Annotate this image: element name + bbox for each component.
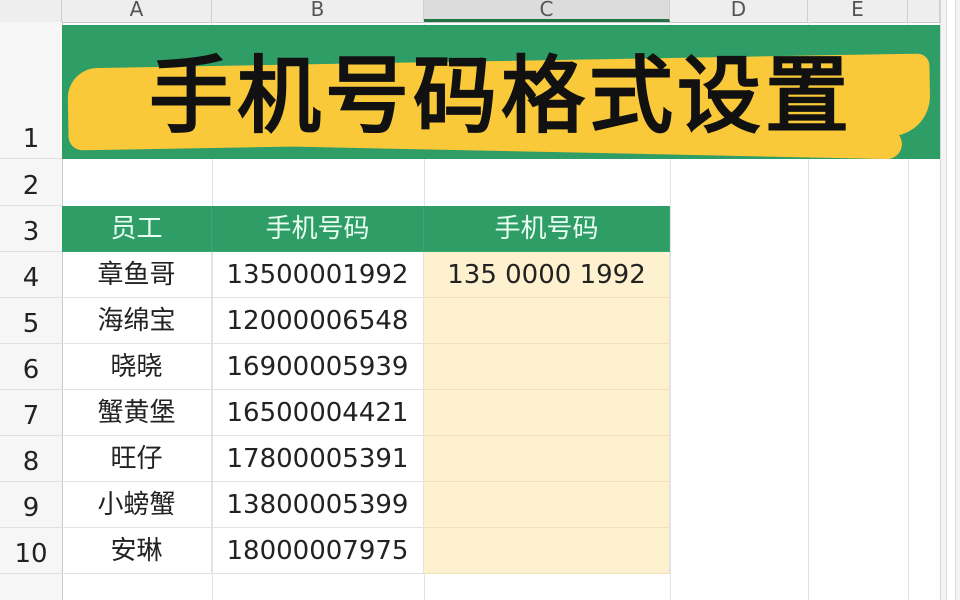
cell-phone-formatted[interactable] xyxy=(424,482,670,528)
scrollbar-thumb[interactable] xyxy=(946,0,956,600)
cell-phone[interactable]: 16500004421 xyxy=(212,390,424,436)
page-title: 手机号码格式设置 xyxy=(148,47,853,145)
row-header-5[interactable]: 5 xyxy=(0,298,62,344)
cell-phone[interactable]: 12000006548 xyxy=(212,298,424,344)
cell-phone[interactable]: 13800005399 xyxy=(212,482,424,528)
cell-phone-formatted[interactable] xyxy=(424,436,670,482)
cell-phone-formatted[interactable] xyxy=(424,390,670,436)
cell-phone-formatted[interactable] xyxy=(424,528,670,574)
row-header-1[interactable]: 1 xyxy=(0,22,62,159)
cell-phone[interactable]: 13500001992 xyxy=(212,252,424,298)
column-header-bar: A B C D E xyxy=(0,0,940,23)
cell-employee[interactable]: 海绵宝 xyxy=(62,298,212,344)
cell-employee[interactable]: 安琳 xyxy=(62,528,212,574)
column-header-b[interactable]: B xyxy=(212,0,424,22)
cell-phone-formatted[interactable] xyxy=(424,344,670,390)
cell-phone[interactable]: 17800005391 xyxy=(212,436,424,482)
select-all-corner[interactable] xyxy=(0,0,62,22)
row-header-4[interactable]: 4 xyxy=(0,252,62,298)
column-header-c[interactable]: C xyxy=(424,0,670,22)
row-header-9[interactable]: 9 xyxy=(0,482,62,528)
cell-phone-formatted[interactable] xyxy=(424,298,670,344)
row-header-7[interactable]: 7 xyxy=(0,390,62,436)
row-header-bar: 1 2 3 4 5 6 7 8 9 10 xyxy=(0,22,63,600)
header-cell-phone[interactable]: 手机号码 xyxy=(212,206,424,252)
header-cell-employee[interactable]: 员工 xyxy=(62,206,212,252)
row-header-3[interactable]: 3 xyxy=(0,206,62,252)
header-cell-phone-formatted[interactable]: 手机号码 xyxy=(424,206,670,252)
cell-phone-formatted[interactable]: 135 0000 1992 xyxy=(424,252,670,298)
column-header-d[interactable]: D xyxy=(670,0,808,22)
sheet-grid[interactable]: 手机号码格式设置 员工 手机号码 手机号码 章鱼哥 13500001992 13… xyxy=(62,22,940,600)
title-banner[interactable]: 手机号码格式设置 xyxy=(62,25,940,159)
row-header-2[interactable]: 2 xyxy=(0,159,62,206)
row-header-8[interactable]: 8 xyxy=(0,436,62,482)
column-header-f[interactable] xyxy=(908,0,940,22)
row-header-6[interactable]: 6 xyxy=(0,344,62,390)
row-header-10[interactable]: 10 xyxy=(0,528,62,574)
cell-employee[interactable]: 旺仔 xyxy=(62,436,212,482)
column-header-e[interactable]: E xyxy=(808,0,908,22)
cell-phone[interactable]: 16900005939 xyxy=(212,344,424,390)
column-header-a[interactable]: A xyxy=(62,0,212,22)
cell-employee[interactable]: 晓晓 xyxy=(62,344,212,390)
vertical-scrollbar[interactable] xyxy=(940,0,960,600)
cell-employee[interactable]: 蟹黄堡 xyxy=(62,390,212,436)
cell-phone[interactable]: 18000007975 xyxy=(212,528,424,574)
cell-employee[interactable]: 小螃蟹 xyxy=(62,482,212,528)
cell-employee[interactable]: 章鱼哥 xyxy=(62,252,212,298)
